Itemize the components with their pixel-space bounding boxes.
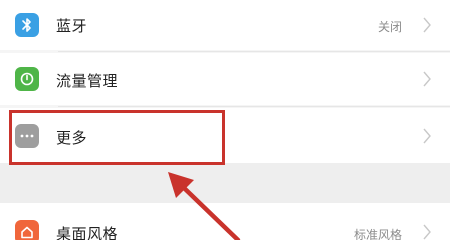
settings-item-value: 标准风格 — [353, 228, 402, 240]
settings-item-label: 蓝牙 — [56, 17, 88, 35]
divider — [58, 106, 450, 107]
settings-screen: 蓝牙 关闭 流量管理 更多 桌面风格 标准风格 — [0, 0, 450, 240]
section-gap — [0, 163, 450, 203]
chevron-right-icon — [423, 224, 431, 240]
more-dots-icon — [15, 124, 39, 148]
settings-item-more[interactable]: 更多 — [0, 108, 450, 163]
settings-item-desktop-style[interactable]: 桌面风格 标准风格 — [0, 203, 450, 240]
settings-item-label: 桌面风格 — [56, 225, 119, 240]
chevron-right-icon — [423, 71, 431, 87]
data-usage-icon — [15, 67, 39, 91]
settings-item-bluetooth[interactable]: 蓝牙 关闭 — [0, 0, 450, 50]
divider — [58, 51, 450, 52]
settings-item-data-usage[interactable]: 流量管理 — [0, 53, 450, 105]
home-icon — [15, 220, 39, 240]
settings-item-label: 更多 — [56, 129, 88, 147]
chevron-right-icon — [423, 128, 431, 144]
chevron-right-icon — [423, 17, 431, 33]
settings-item-label: 流量管理 — [56, 72, 119, 90]
settings-item-value: 关闭 — [377, 20, 402, 34]
bluetooth-icon — [15, 13, 39, 37]
